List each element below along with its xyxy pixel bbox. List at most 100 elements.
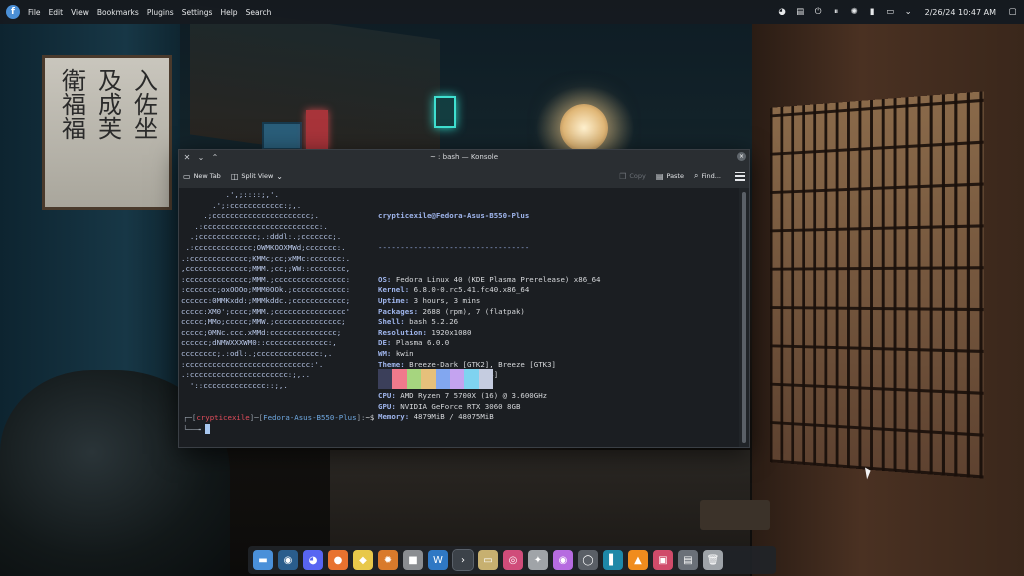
shell-prompt: ┌─[crypticexile]─[Fedora-Asus-B550-Plus]…	[183, 413, 374, 435]
info-value: 1920x1080	[431, 328, 471, 337]
info-row: Resolution: 1920x1080	[378, 328, 601, 339]
find-button[interactable]: ⌕ Find...	[694, 171, 721, 181]
vlc-icon[interactable]: ▲	[628, 550, 648, 570]
info-colon: :	[391, 391, 400, 400]
info-row: DE: Plasma 6.0.0	[378, 338, 601, 349]
info-key: GPU	[378, 402, 391, 411]
new-tab-label: New Tab	[194, 172, 221, 180]
scanner-icon[interactable]: ▭	[478, 550, 498, 570]
wallpaper-lantern	[560, 104, 608, 152]
files-icon[interactable]: ▬	[253, 550, 273, 570]
info-value: AMD Ryzen 7 5700X (16) @ 3.600GHz	[400, 391, 547, 400]
taskbar-dock: ▬ ◉ ◕ ● ◆ ✹ ■ W › ▭ ◎ ✦ ◉ ◯ ▌ ▲ ▣ ▤ 🗑	[248, 546, 776, 574]
obs-icon[interactable]: ◯	[578, 550, 598, 570]
menu-item-bookmarks[interactable]: Bookmarks	[97, 8, 139, 17]
info-row: Memory: 4879MiB / 48075MiB	[378, 412, 601, 423]
copy-icon: ❐	[619, 172, 626, 181]
menu-item-plugins[interactable]: Plugins	[147, 8, 174, 17]
scrollbar-thumb[interactable]	[742, 192, 746, 443]
konsole-icon[interactable]: ›	[453, 550, 473, 570]
menu-item-help[interactable]: Help	[220, 8, 237, 17]
close-window-icon[interactable]: ✕	[181, 151, 193, 163]
media-icon[interactable]: ◉	[553, 550, 573, 570]
show-desktop-icon[interactable]: ▢	[1007, 7, 1018, 18]
search-icon: ⌕	[694, 171, 698, 181]
wallpaper-sign: 衛福福 及成芙 入佐坐	[42, 55, 172, 210]
minimize-chevron-icon[interactable]: ⌄	[195, 151, 207, 163]
battery-icon[interactable]: ▮	[867, 7, 878, 18]
disk-icon[interactable]: ■	[403, 550, 423, 570]
logo-line: .',;::::;,'.	[181, 190, 350, 201]
fedora-launcher-icon[interactable]: f	[6, 5, 20, 19]
paste-label: Paste	[666, 172, 684, 180]
info-value: 2688 (rpm), 7 (flatpak)	[423, 307, 525, 316]
paste-button[interactable]: ▤ Paste	[656, 172, 684, 181]
logo-line: .;cccccccccccccccccccccc;.	[181, 211, 350, 222]
palette-swatch	[436, 369, 450, 389]
editor-icon[interactable]: ▌	[603, 550, 623, 570]
logo-line: .;ccccccccccccc;.:dddl:.;ccccccc;.	[181, 232, 350, 243]
info-key: Resolution	[378, 328, 423, 337]
discord-icon[interactable]: ◕	[303, 550, 323, 570]
network-icon[interactable]: ▭	[885, 7, 896, 18]
hamburger-menu-icon[interactable]	[735, 172, 745, 181]
logo-line: ,cccccccccccccc;MMM.;cc;;WW::cccccccc,	[181, 264, 350, 275]
expand-tray-icon[interactable]: ⌄	[903, 7, 914, 18]
prompt-user: crypticexile	[196, 413, 249, 422]
game-icon[interactable]: ✦	[528, 550, 548, 570]
info-value: kwin	[396, 349, 414, 358]
settings-icon[interactable]: ✹	[378, 550, 398, 570]
trash-icon[interactable]: 🗑	[703, 550, 723, 570]
image-viewer-icon[interactable]: ▣	[653, 550, 673, 570]
find-label: Find...	[701, 172, 721, 180]
color-picker-icon[interactable]: ◎	[503, 550, 523, 570]
discord-tray-icon[interactable]: ◕	[777, 7, 788, 18]
logo-line: ccccc:XM0';cccc;MMM.;cccccccccccccccc'	[181, 307, 350, 318]
terminal-scrollbar[interactable]	[739, 188, 749, 447]
info-colon: :	[400, 317, 409, 326]
python-icon[interactable]: ◆	[353, 550, 373, 570]
wallpaper-lattice	[770, 91, 984, 478]
split-view-icon: ◫	[231, 172, 239, 181]
firefox-icon[interactable]: ●	[328, 550, 348, 570]
clipboard-icon[interactable]: ▤	[795, 7, 806, 18]
terminal-area[interactable]: .',;::::;,'. .';:cccccccccccc:;,. .;cccc…	[179, 188, 739, 447]
brightness-icon[interactable]: ✺	[849, 7, 860, 18]
menu-item-edit[interactable]: Edit	[49, 8, 64, 17]
wallpaper-roof	[190, 4, 440, 169]
global-menu: File Edit View Bookmarks Plugins Settings Help…	[28, 8, 279, 17]
media-pause-icon[interactable]: ⏸	[831, 7, 842, 18]
copy-button[interactable]: ❐ Copy	[619, 172, 646, 181]
menu-item-settings[interactable]: Settings	[182, 8, 213, 17]
window-titlebar[interactable]: ✕ ⌄ ⌃ ~ : bash — Konsole ×	[179, 150, 749, 164]
split-view-label: Split View	[241, 172, 273, 180]
menu-item-file[interactable]: File	[28, 8, 41, 17]
info-value: Breeze-Dark [GTK2], Breeze [GTK3]	[409, 360, 556, 369]
info-row: Packages: 2688 (rpm), 7 (flatpak)	[378, 307, 601, 318]
system-info: crypticexile@Fedora-Asus-B550-Plus -----…	[378, 190, 601, 444]
palette-swatch	[450, 369, 464, 389]
logo-line: .:ccccccccccccc;KMMc;cc;xMMc:ccccccc:.	[181, 254, 350, 265]
window-title: ~ : bash — Konsole	[179, 153, 749, 161]
info-row: GPU: NVIDIA GeForce RTX 3060 8GB	[378, 402, 601, 413]
split-view-button[interactable]: ◫ Split View ⌄	[231, 172, 283, 181]
clock[interactable]: 2/26/24 10:47 AM	[925, 8, 996, 17]
info-key: DE	[378, 338, 387, 347]
menu-item-search[interactable]: Search	[246, 8, 272, 17]
steam-icon[interactable]: ◉	[278, 550, 298, 570]
close-button[interactable]: ×	[737, 152, 746, 161]
power-icon[interactable]: ⏻	[813, 7, 824, 18]
info-colon: :	[391, 402, 400, 411]
new-tab-button[interactable]: ▭ New Tab	[183, 172, 221, 181]
palette-swatch	[479, 369, 493, 389]
logo-line: .:ccccccccccccc;OWMKOOXMWd;ccccccc:.	[181, 243, 350, 254]
maximize-chevron-icon[interactable]: ⌃	[209, 151, 221, 163]
palette-swatch	[392, 369, 406, 389]
writer-icon[interactable]: W	[428, 550, 448, 570]
menu-item-view[interactable]: View	[71, 8, 89, 17]
wallpaper-red-sign	[306, 110, 328, 150]
info-row: Shell: bash 5.2.26	[378, 317, 601, 328]
system-tray: ◕ ▤ ⏻ ⏸ ✺ ▮ ▭ ⌄ 2/26/24 10:47 AM ▢	[777, 7, 1018, 18]
logo-line: .';:cccccccccccc:;,.	[181, 201, 350, 212]
system-monitor-icon[interactable]: ▤	[678, 550, 698, 570]
